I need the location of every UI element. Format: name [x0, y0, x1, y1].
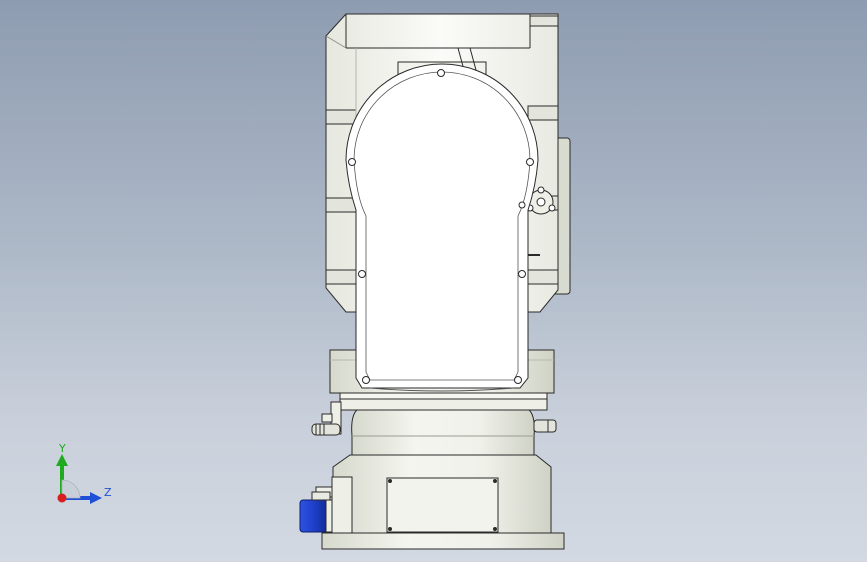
z-axis-label: Z [104, 486, 112, 499]
motor-connector [299, 491, 333, 533]
turntable-lower [351, 407, 535, 456]
base-side-panel [331, 476, 353, 534]
base-assembly [315, 454, 565, 550]
reference-triad: Y Z [40, 440, 120, 510]
robot-arm-model[interactable] [0, 0, 867, 562]
upper-arm [345, 63, 539, 392]
y-axis-label: Y [59, 442, 66, 455]
graphics-viewport[interactable]: Y Z [0, 0, 867, 562]
z-axis-arrow-icon [90, 492, 102, 504]
triad-axes [56, 454, 102, 504]
x-axis-dot-icon [57, 493, 67, 503]
y-axis-arrow-icon [56, 454, 68, 466]
arm-inner [353, 71, 531, 381]
turntable-flange [339, 397, 548, 411]
base-cover-plate [386, 477, 499, 533]
base-plate [321, 532, 565, 550]
